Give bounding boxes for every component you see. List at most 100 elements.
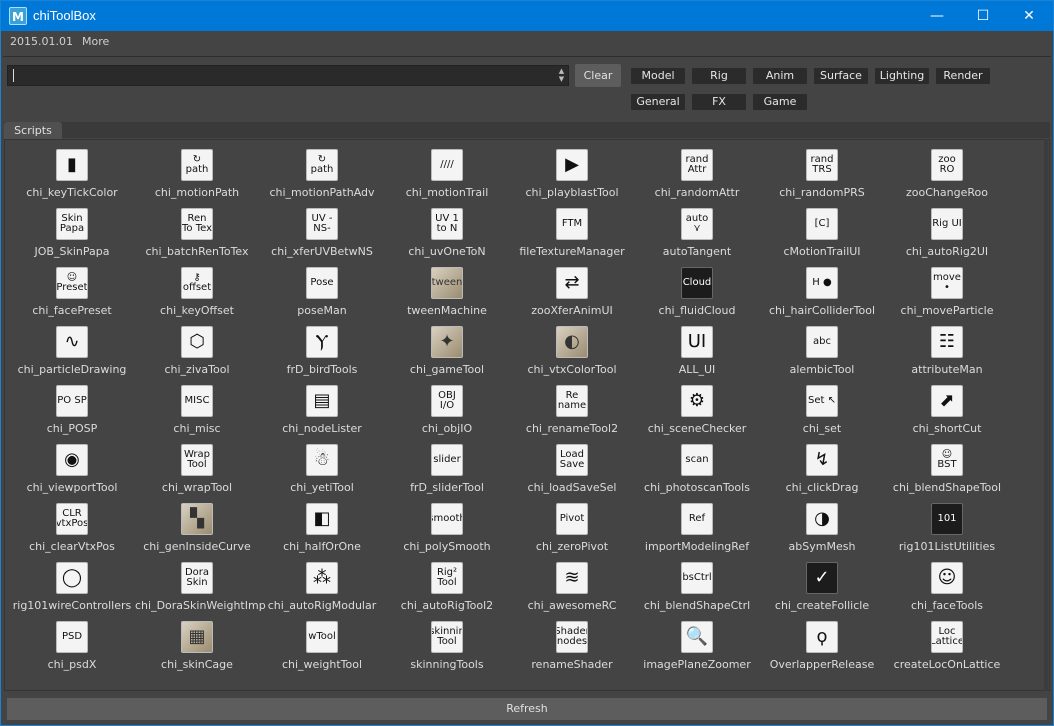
tool-icon[interactable]: ☺ Preset (56, 267, 88, 299)
tool-icon[interactable]: ◯ (56, 562, 88, 594)
tool-icon[interactable]: Rig UI (931, 208, 963, 240)
tool-item[interactable]: scan chi_photoscanTools (635, 437, 759, 495)
tool-item[interactable]: zoo RO zooChangeRoo (885, 142, 1009, 200)
tool-icon[interactable]: Pivot (556, 503, 588, 535)
tool-icon[interactable]: 🔍 (681, 621, 713, 653)
tool-icon[interactable]: ✓ (806, 562, 838, 594)
menu-version[interactable]: 2015.01.01 (10, 35, 73, 48)
tool-icon[interactable]: Pose (306, 267, 338, 299)
tool-item[interactable]: H ● chi_hairColliderTool (760, 260, 884, 318)
tool-icon[interactable]: [C] (806, 208, 838, 240)
tool-icon[interactable]: //// (431, 149, 463, 181)
tool-item[interactable]: ◉ chi_viewportTool (10, 437, 134, 495)
tool-icon[interactable]: ⁂ (306, 562, 338, 594)
tool-item[interactable]: Wrap Tool chi_wrapTool (135, 437, 259, 495)
tool-icon[interactable]: slider (431, 444, 463, 476)
tool-icon[interactable]: Loc Lattice (931, 621, 963, 653)
minimize-button[interactable]: — (914, 1, 960, 31)
tool-item[interactable]: [C] cMotionTrailUI (760, 201, 884, 259)
category-rig-button[interactable]: Rig (692, 68, 746, 84)
tool-item[interactable]: ▮ chi_keyTickColor (10, 142, 134, 200)
tool-item[interactable]: Rig UI chi_autoRig2UI (885, 201, 1009, 259)
tool-icon[interactable]: bsCtrl (681, 562, 713, 594)
tool-icon[interactable]: Cloud (681, 267, 713, 299)
tool-item[interactable]: ☷ attributeMan (885, 319, 1009, 377)
tool-item[interactable]: ↯ chi_clickDrag (760, 437, 884, 495)
tool-item[interactable]: ≋ chi_awesomeRC (510, 555, 634, 613)
tool-icon[interactable]: OBJ I/O (431, 385, 463, 417)
tool-icon[interactable]: move • (931, 267, 963, 299)
tool-item[interactable]: smooth chi_polySmooth (385, 496, 509, 554)
tool-icon[interactable]: ▦ (181, 621, 213, 653)
tool-icon[interactable]: ⬈ (931, 385, 963, 417)
tool-icon[interactable]: smooth (431, 503, 463, 535)
tool-item[interactable]: Ref importModelingRef (635, 496, 759, 554)
tool-icon[interactable]: ↯ (806, 444, 838, 476)
tool-item[interactable]: Shader nodes renameShader (510, 614, 634, 672)
tool-item[interactable]: UI ALL_UI (635, 319, 759, 377)
tool-icon[interactable]: ↻ path (181, 149, 213, 181)
tool-icon[interactable]: Skin Papa (56, 208, 88, 240)
tool-icon[interactable]: ◐ (556, 326, 588, 358)
tool-item[interactable]: ✦ chi_gameTool (385, 319, 509, 377)
tool-icon[interactable]: UV 1 to N (431, 208, 463, 240)
tool-item[interactable]: Load Save chi_loadSaveSel (510, 437, 634, 495)
tool-icon[interactable]: Load Save (556, 444, 588, 476)
close-button[interactable]: ✕ (1006, 1, 1052, 31)
tool-item[interactable]: ⇄ zooXferAnimUI (510, 260, 634, 318)
tool-item[interactable]: Skin Papa JOB_SkinPapa (10, 201, 134, 259)
tool-item[interactable]: 101 rig101ListUtilities (885, 496, 1009, 554)
tool-item[interactable]: ☺ chi_faceTools (885, 555, 1009, 613)
tool-item[interactable]: OBJ I/O chi_objIO (385, 378, 509, 436)
tool-icon[interactable]: MISC (181, 385, 213, 417)
tool-icon[interactable]: Ren To Tex (181, 208, 213, 240)
tool-item[interactable]: PO SP chi_POSP (10, 378, 134, 436)
tool-icon[interactable]: Rig² Tool (431, 562, 463, 594)
tool-icon[interactable]: ◉ (56, 444, 88, 476)
tool-item[interactable]: MISC chi_misc (135, 378, 259, 436)
tool-item[interactable]: ◯ rig101wireControllers (10, 555, 134, 613)
tool-item[interactable]: rand Attr chi_randomAttr (635, 142, 759, 200)
tool-item[interactable]: rand TRS chi_randomPRS (760, 142, 884, 200)
tool-item[interactable]: Cloud chi_fluidCloud (635, 260, 759, 318)
tool-item[interactable]: ⲨfrD_birdTools (260, 319, 384, 377)
search-input[interactable] (12, 67, 552, 84)
tool-item[interactable]: ↻ path chi_motionPathAdv (260, 142, 384, 200)
refresh-button[interactable]: Refresh (7, 698, 1047, 720)
tool-item[interactable]: ◧ chi_halfOrOne (260, 496, 384, 554)
tool-item[interactable]: Ren To Tex chi_batchRenToTex (135, 201, 259, 259)
tool-item[interactable]: ⬡ chi_zivaTool (135, 319, 259, 377)
tool-icon[interactable]: ▶ (556, 149, 588, 181)
tool-item[interactable]: ▚ chi_genInsideCurve (135, 496, 259, 554)
tool-icon[interactable]: Ⲩ (306, 326, 338, 358)
tool-item[interactable]: wTool chi_weightTool (260, 614, 384, 672)
tool-item[interactable]: ▶ chi_playblastTool (510, 142, 634, 200)
tool-icon[interactable]: ⬡ (181, 326, 213, 358)
tool-icon[interactable]: UI (681, 326, 713, 358)
tool-item[interactable]: Set ↖ chi_set (760, 378, 884, 436)
tool-icon[interactable]: Dora Skin (181, 562, 213, 594)
maximize-button[interactable]: ☐ (960, 1, 1006, 31)
tool-icon[interactable]: ▤ (306, 385, 338, 417)
tool-item[interactable]: Rig² Tool chi_autoRigTool2 (385, 555, 509, 613)
tool-item[interactable]: bsCtrl chi_blendShapeCtrl (635, 555, 759, 613)
tool-icon[interactable]: scan (681, 444, 713, 476)
tool-icon[interactable]: tween (431, 267, 463, 299)
category-render-button[interactable]: Render (936, 68, 990, 84)
tool-item[interactable]: ⬈ chi_shortCut (885, 378, 1009, 436)
tool-item[interactable]: Dora Skin chi_DoraSkinWeightImp (135, 555, 266, 613)
tool-item[interactable]: UV 1 to N chi_uvOneToN (385, 201, 509, 259)
tool-item[interactable]: 🔍 imagePlaneZoomer (635, 614, 759, 672)
clear-button[interactable]: Clear (575, 64, 621, 87)
tool-item[interactable]: ☺ Preset chi_facePreset (10, 260, 134, 318)
category-anim-button[interactable]: Anim (753, 68, 807, 84)
tool-item[interactable]: FTM fileTextureManager (510, 201, 634, 259)
tool-icon[interactable]: ✦ (431, 326, 463, 358)
category-model-button[interactable]: Model (631, 68, 685, 84)
tool-item[interactable]: slider frD_sliderTool (385, 437, 509, 495)
tool-item[interactable]: abc alembicTool (760, 319, 884, 377)
category-general-button[interactable]: General (631, 94, 685, 110)
tool-icon[interactable]: ↻ path (306, 149, 338, 181)
tool-icon[interactable]: ⚙ (681, 385, 713, 417)
tool-item[interactable]: ϙ OverlapperRelease (760, 614, 884, 672)
